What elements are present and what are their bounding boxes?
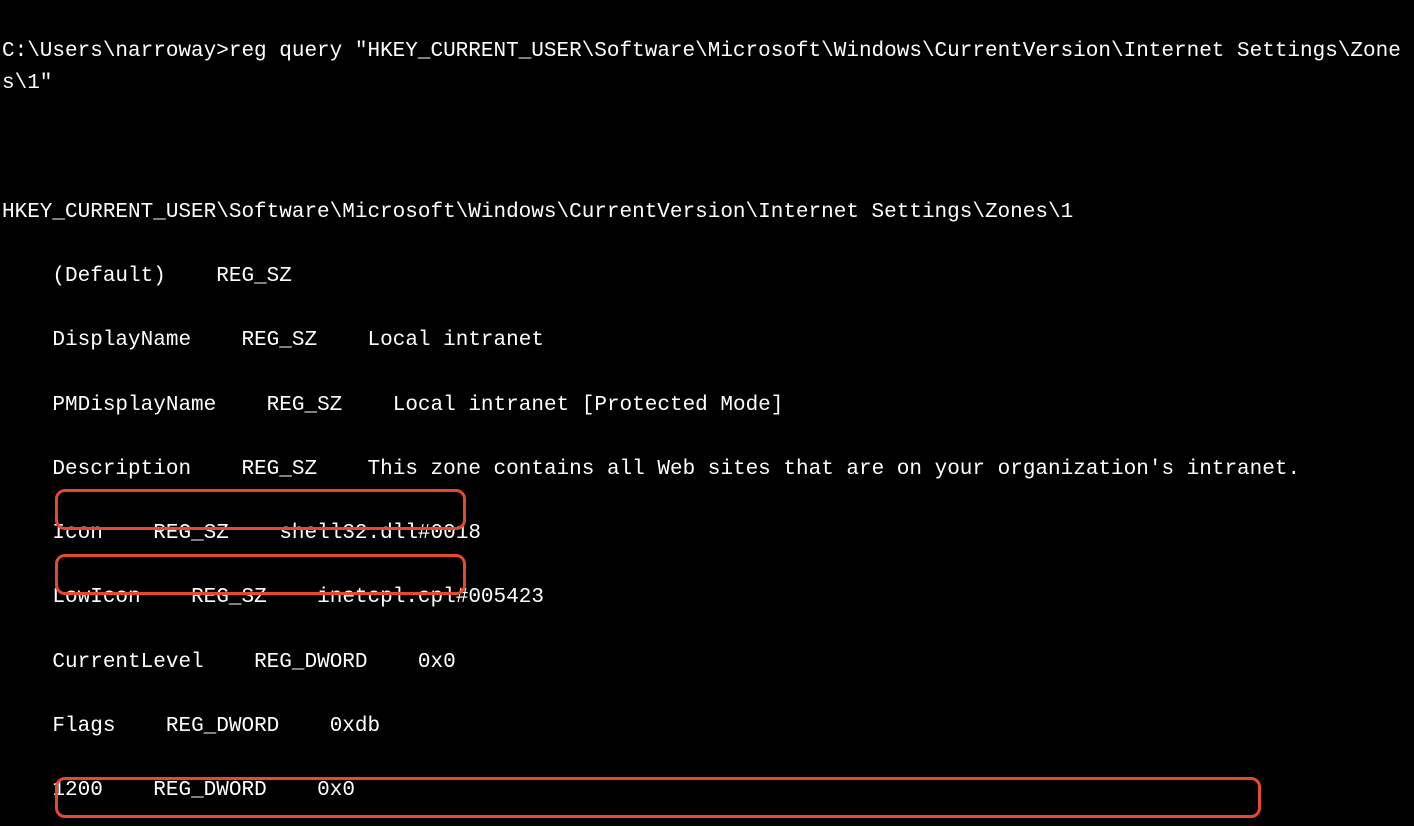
registry-value-row: 1200 REG_DWORD 0x0 (2, 775, 1412, 807)
registry-value-row: Icon REG_SZ shell32.dll#0018 (2, 518, 1412, 550)
registry-value-row: Description REG_SZ This zone contains al… (2, 454, 1412, 486)
registry-key-path: HKEY_CURRENT_USER\Software\Microsoft\Win… (2, 197, 1412, 229)
blank-line (2, 133, 1412, 165)
command-line-1: C:\Users\narroway>reg query "HKEY_CURREN… (2, 36, 1412, 100)
registry-value-row: (Default) REG_SZ (2, 261, 1412, 293)
registry-value-row: LowIcon REG_SZ inetcpl.cpl#005423 (2, 582, 1412, 614)
registry-value-row: PMDisplayName REG_SZ Local intranet [Pro… (2, 390, 1412, 422)
registry-value-row: CurrentLevel REG_DWORD 0x0 (2, 647, 1412, 679)
prompt: C:\Users\narroway> (2, 40, 229, 63)
registry-value-row: Flags REG_DWORD 0xdb (2, 711, 1412, 743)
registry-value-row: DisplayName REG_SZ Local intranet (2, 325, 1412, 357)
terminal-output: C:\Users\narroway>reg query "HKEY_CURREN… (0, 0, 1414, 826)
